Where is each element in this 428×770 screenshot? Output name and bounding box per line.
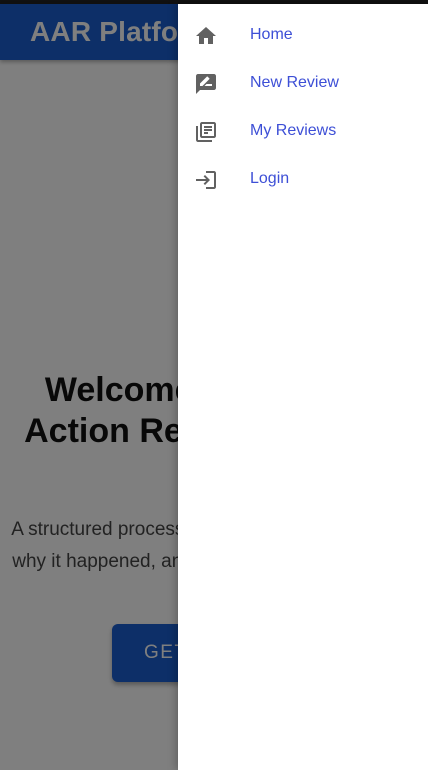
app-root: AAR Platform Welcome to the After Action… (0, 0, 428, 770)
nav-item-home[interactable]: Home (178, 12, 428, 60)
nav-item-label: New Review (250, 74, 339, 91)
nav-item-label: Home (250, 26, 293, 43)
nav-item-new-review[interactable]: New Review (178, 60, 428, 108)
login-icon (194, 168, 218, 192)
home-icon (194, 24, 218, 48)
nav-item-login[interactable]: Login (178, 156, 428, 204)
nav-item-label: Login (250, 170, 290, 187)
rate-review-icon (194, 72, 218, 96)
library-books-icon (194, 120, 218, 144)
navigation-drawer: Home New Review My Reviews Login (178, 4, 428, 770)
nav-item-my-reviews[interactable]: My Reviews (178, 108, 428, 156)
nav-item-label: My Reviews (250, 122, 337, 139)
